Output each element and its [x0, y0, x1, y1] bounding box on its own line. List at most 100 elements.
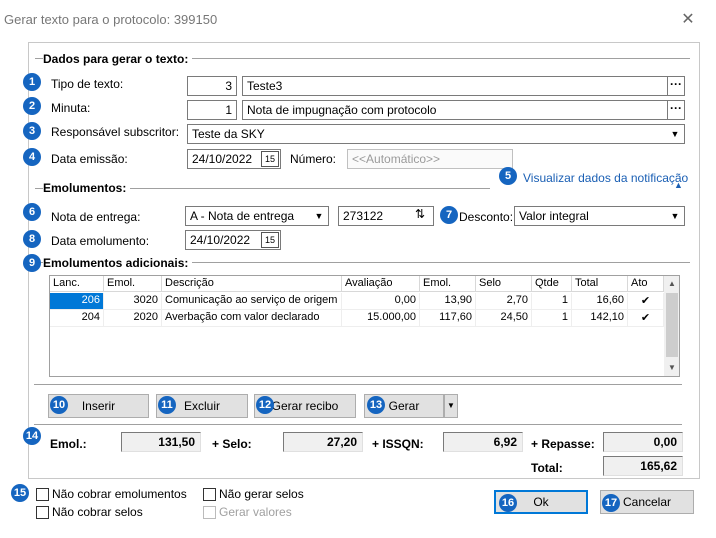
minuta-code-input[interactable]: 1: [187, 100, 237, 120]
callout-badge: 8: [23, 230, 41, 248]
minuta-label: Minuta:: [51, 101, 91, 115]
table-cell[interactable]: 3020: [104, 293, 162, 310]
nao-cobrar-selos-label[interactable]: Não cobrar selos: [52, 505, 143, 519]
scroll-up-icon[interactable]: ▲: [664, 276, 679, 292]
nota-entrega-label: Nota de entrega:: [51, 210, 141, 224]
ato-checkbox[interactable]: ✔: [628, 310, 664, 327]
table-cell[interactable]: 117,60: [420, 310, 476, 327]
callout-badge: 10: [50, 396, 68, 414]
tipo-texto-code-input[interactable]: 3: [187, 76, 237, 96]
table-cell[interactable]: 13,90: [420, 293, 476, 310]
spin-sort-icon[interactable]: ⇅: [415, 207, 425, 221]
emolumentos-grid[interactable]: Lanc. Emol. Descrição Avaliação Emol. Se…: [49, 275, 680, 377]
chevron-down-icon[interactable]: ▼: [667, 125, 683, 143]
table-cell[interactable]: 0,00: [342, 293, 420, 310]
section-adicionais-title: Emolumentos adicionais:: [43, 256, 193, 270]
visualizar-notificacao-link[interactable]: Visualizar dados da notificação: [523, 171, 688, 185]
gerar-valores-checkbox: [203, 506, 216, 519]
numero-input[interactable]: <<Automático>>: [347, 149, 513, 169]
callout-badge: 3: [23, 122, 41, 140]
numero-label: Número:: [290, 152, 337, 166]
nao-gerar-selos-label[interactable]: Não gerar selos: [219, 487, 304, 501]
separator: [34, 424, 682, 425]
close-icon[interactable]: ✕: [674, 8, 702, 32]
ato-checkbox[interactable]: ✔: [628, 293, 664, 310]
section-emolumentos-title: Emolumentos:: [43, 181, 131, 195]
chevron-up-icon[interactable]: ▲: [674, 180, 683, 190]
data-emissao-label: Data emissão:: [51, 152, 128, 166]
separator: [34, 384, 682, 385]
issqn-total-label: + ISSQN:: [372, 437, 424, 451]
callout-badge: 12: [256, 396, 274, 414]
table-cell[interactable]: 24,50: [476, 310, 532, 327]
grid-scrollbar[interactable]: ▲ ▼: [664, 276, 679, 376]
table-cell[interactable]: 1: [532, 310, 572, 327]
issqn-total-value: 6,92: [443, 432, 523, 452]
grid-header[interactable]: Selo: [476, 276, 532, 292]
gerar-dropdown-icon[interactable]: ▼: [444, 394, 458, 418]
table-cell[interactable]: 2020: [104, 310, 162, 327]
scroll-thumb[interactable]: [666, 293, 678, 357]
table-cell[interactable]: 204: [50, 310, 104, 327]
callout-badge: 2: [23, 97, 41, 115]
callout-badge: 5: [499, 167, 517, 185]
nao-gerar-selos-checkbox[interactable]: [203, 488, 216, 501]
selo-total-label: + Selo:: [212, 437, 252, 451]
grand-total-value: 165,62: [603, 456, 683, 476]
responsavel-select[interactable]: Teste da SKY: [187, 124, 685, 144]
table-cell[interactable]: 142,10: [572, 310, 628, 327]
tipo-texto-label: Tipo de texto:: [51, 77, 124, 91]
callout-badge: 7: [440, 206, 458, 224]
desconto-label: Desconto:: [459, 210, 514, 224]
window-title: Gerar texto para o protocolo: 399150: [4, 12, 218, 27]
dialog-window: Gerar texto para o protocolo: 399150 ✕ D…: [0, 0, 716, 538]
chevron-down-icon[interactable]: ▼: [311, 207, 327, 225]
callout-badge: 4: [23, 148, 41, 166]
nao-cobrar-selos-checkbox[interactable]: [36, 506, 49, 519]
nota-entrega-select[interactable]: A - Nota de entrega: [185, 206, 329, 226]
table-cell[interactable]: 1: [532, 293, 572, 310]
tipo-texto-browse-button[interactable]: ···: [667, 76, 685, 96]
repasse-total-label: + Repasse:: [531, 437, 595, 451]
table-cell[interactable]: 16,60: [572, 293, 628, 310]
grid-header[interactable]: Lanc.: [50, 276, 104, 292]
grid-header[interactable]: Total: [572, 276, 628, 292]
scroll-down-icon[interactable]: ▼: [664, 360, 679, 376]
table-cell[interactable]: Averbação com valor declarado: [162, 310, 342, 327]
grid-header[interactable]: Ato: [628, 276, 664, 292]
callout-badge: 14: [23, 427, 41, 445]
callout-badge: 1: [23, 73, 41, 91]
callout-badge: 15: [11, 484, 29, 502]
minuta-input[interactable]: Nota de impugnação com protocolo: [242, 100, 668, 120]
grid-header[interactable]: Emol.: [104, 276, 162, 292]
grid-header[interactable]: Emol.: [420, 276, 476, 292]
nao-cobrar-emolumentos-label[interactable]: Não cobrar emolumentos: [52, 487, 187, 501]
tipo-texto-input[interactable]: Teste3: [242, 76, 668, 96]
callout-badge: 6: [23, 203, 41, 221]
desconto-select[interactable]: Valor integral: [514, 206, 685, 226]
callout-badge: 9: [23, 254, 41, 272]
callout-badge: 13: [367, 396, 385, 414]
grid-header[interactable]: Qtde: [532, 276, 572, 292]
grid-header[interactable]: Descrição: [162, 276, 342, 292]
repasse-total-value: 0,00: [603, 432, 683, 452]
grid-header[interactable]: Avaliação: [342, 276, 420, 292]
callout-badge: 16: [499, 494, 517, 512]
data-emolumento-label: Data emolumento:: [51, 234, 150, 248]
section-dados-title: Dados para gerar o texto:: [43, 52, 193, 66]
selo-total-value: 27,20: [283, 432, 363, 452]
nao-cobrar-emolumentos-checkbox[interactable]: [36, 488, 49, 501]
table-cell[interactable]: 15.000,00: [342, 310, 420, 327]
calendar-icon[interactable]: 15: [261, 232, 279, 248]
emol-total-value: 131,50: [121, 432, 201, 452]
minuta-browse-button[interactable]: ···: [667, 100, 685, 120]
responsavel-label: Responsável subscritor:: [51, 125, 180, 139]
table-cell[interactable]: Comunicação ao serviço de origem: [162, 293, 342, 310]
calendar-icon[interactable]: 15: [261, 151, 279, 167]
chevron-down-icon[interactable]: ▼: [667, 207, 683, 225]
callout-badge: 11: [158, 396, 176, 414]
title-bar: Gerar texto para o protocolo: 399150 ✕: [0, 0, 716, 38]
table-cell[interactable]: 206: [50, 293, 104, 310]
table-cell[interactable]: 2,70: [476, 293, 532, 310]
callout-badge: 17: [602, 494, 620, 512]
